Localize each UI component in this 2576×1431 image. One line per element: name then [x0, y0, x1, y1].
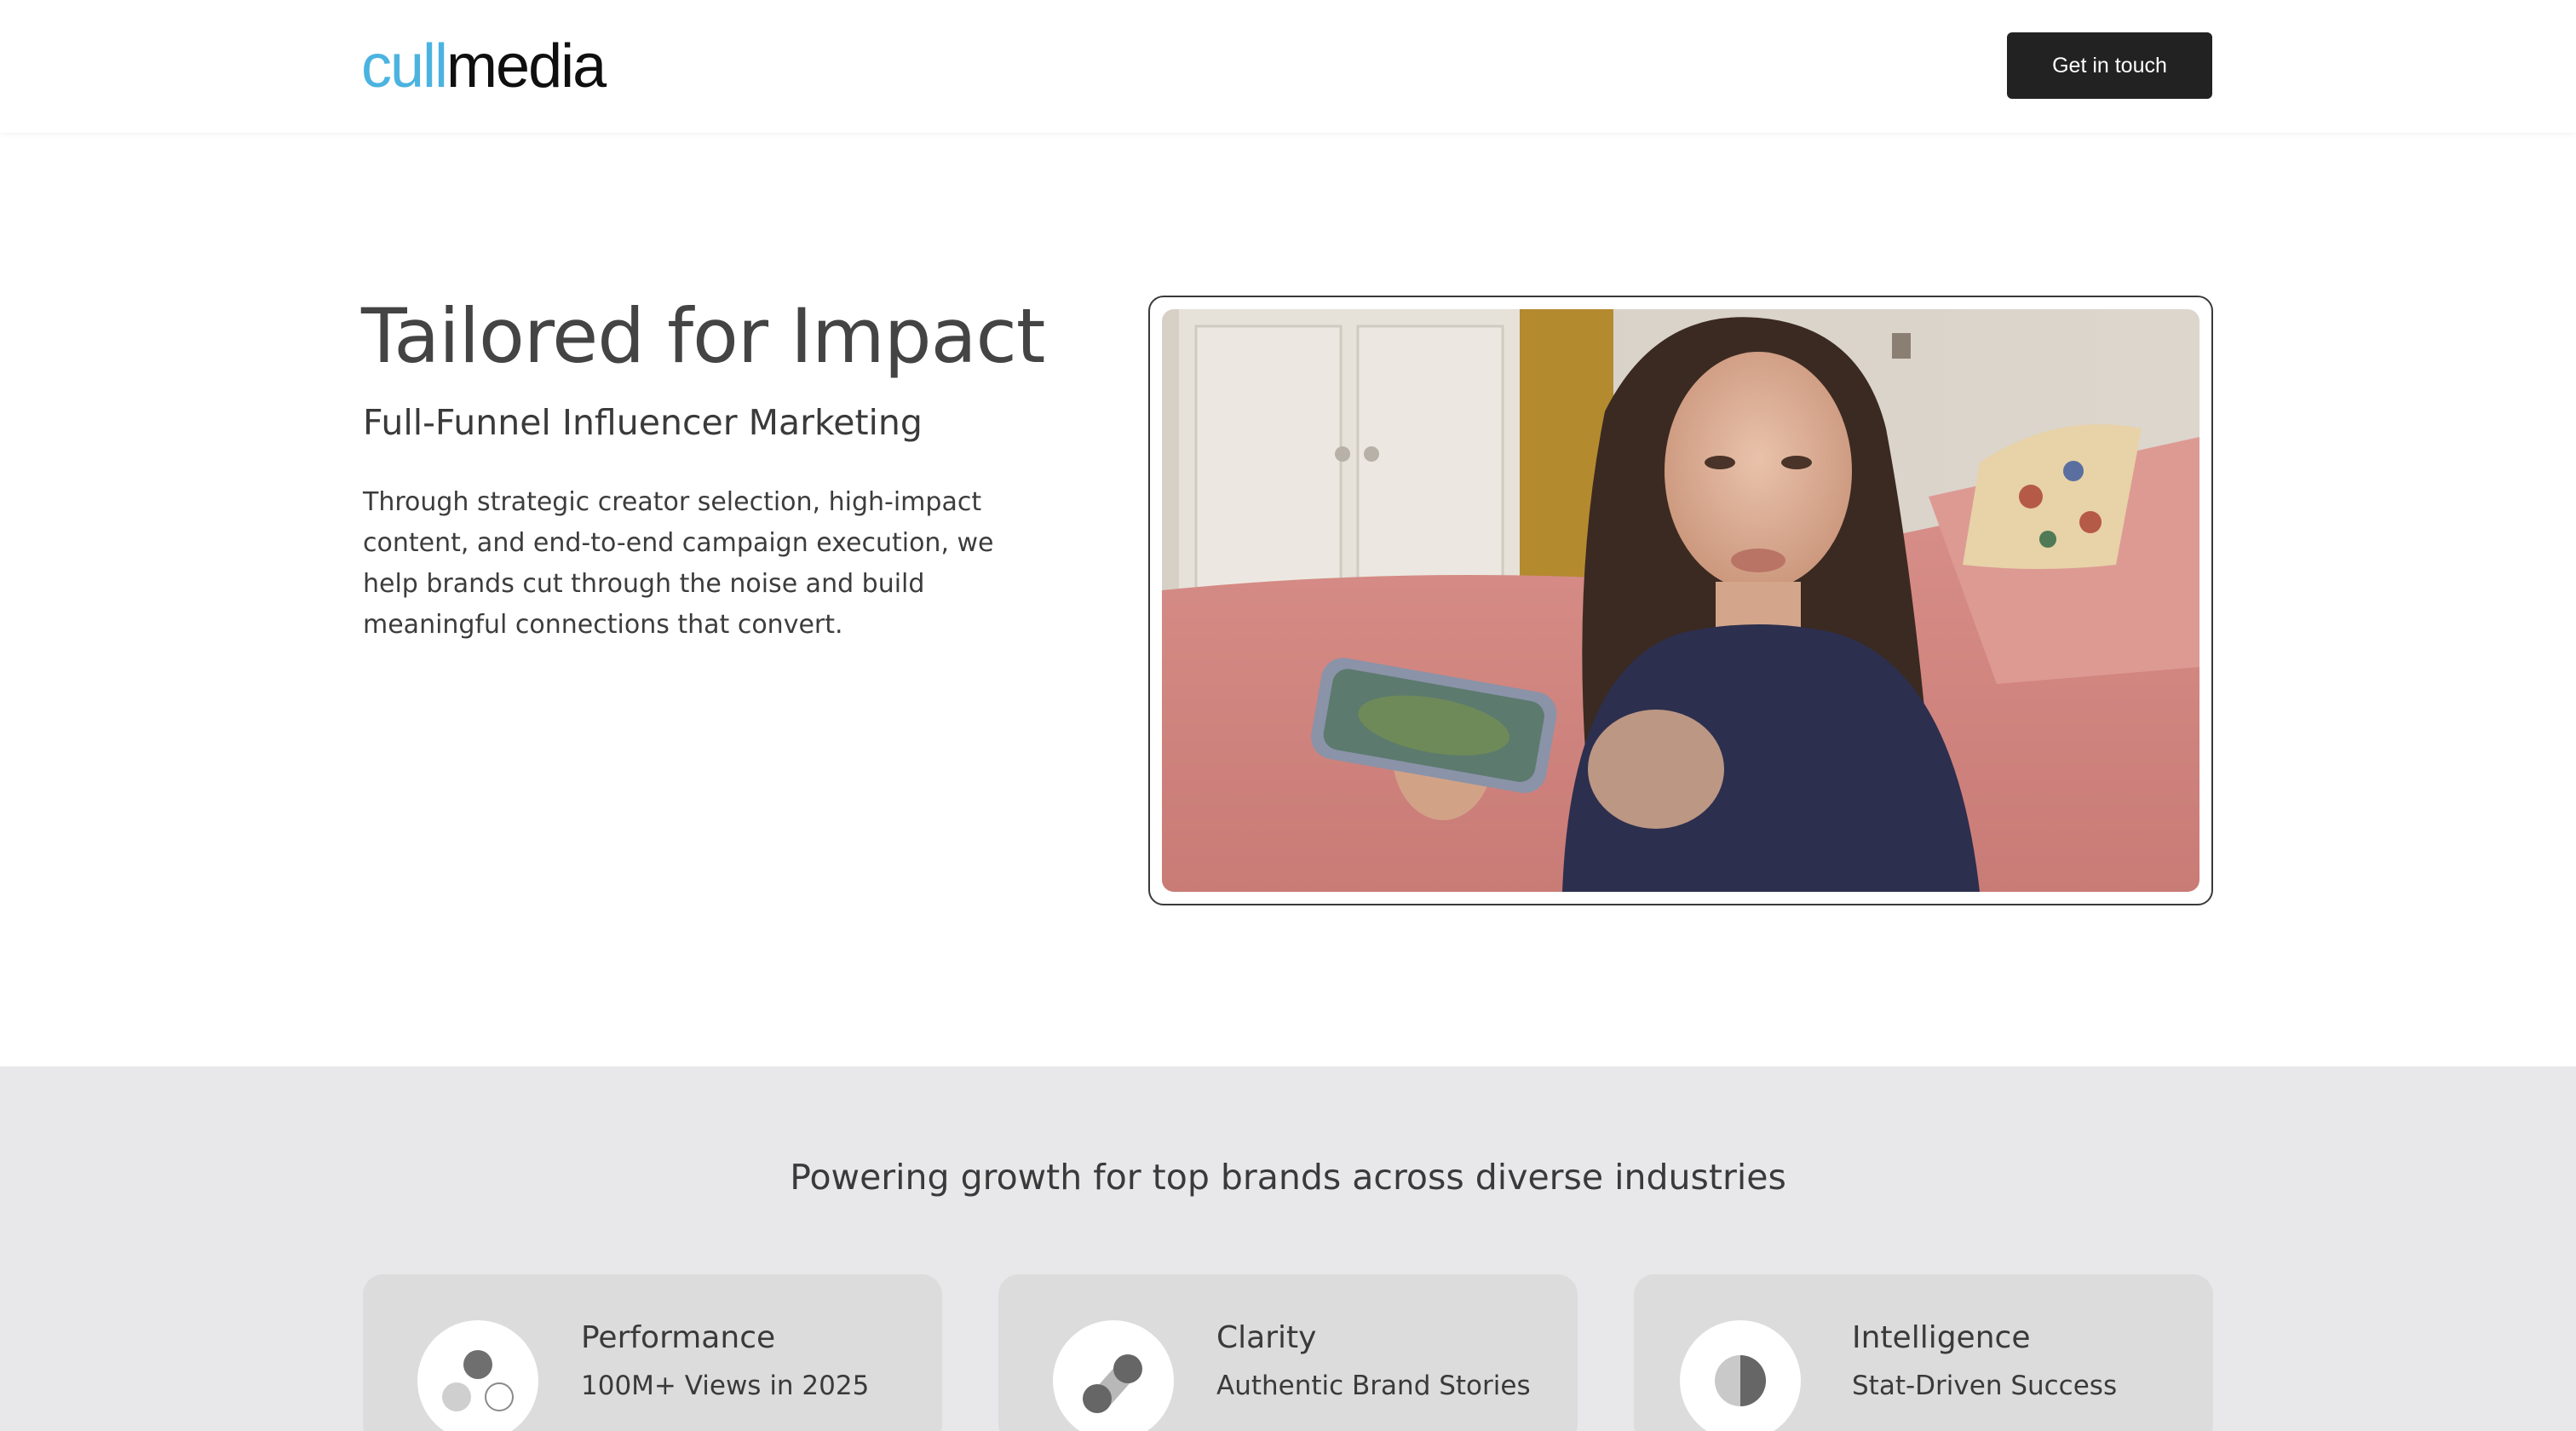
connected-dots-icon [1053, 1320, 1174, 1431]
get-in-touch-button[interactable]: Get in touch [2007, 32, 2212, 99]
stat-card-subtitle: Authentic Brand Stories [1216, 1371, 1531, 1401]
stat-card-title: Performance [581, 1320, 776, 1355]
stats-heading: Powering growth for top brands across di… [790, 1157, 1786, 1198]
logo[interactable]: cullmedia [361, 29, 607, 104]
stat-card-subtitle: 100M+ Views in 2025 [581, 1371, 870, 1401]
stat-card-subtitle: Stat-Driven Success [1852, 1371, 2118, 1401]
stat-card-title: Intelligence [1852, 1320, 2031, 1355]
stat-card-clarity: Clarity Authentic Brand Stories [998, 1274, 1578, 1431]
hero-title: Tailored for Impact [361, 292, 1045, 380]
video-frame [1148, 296, 2213, 905]
stat-card-title: Clarity [1216, 1320, 1317, 1355]
half-circle-icon [1680, 1320, 1801, 1431]
hero-subtitle: Full-Funnel Influencer Marketing [363, 402, 923, 443]
video-thumbnail-illustration [1162, 309, 2199, 892]
stat-card-performance: Performance 100M+ Views in 2025 [363, 1274, 942, 1431]
site-header: cullmedia Get in touch [0, 0, 2576, 133]
hero-video[interactable] [1162, 309, 2199, 892]
stat-card-intelligence: Intelligence Stat-Driven Success [1634, 1274, 2213, 1431]
three-dots-icon [417, 1320, 538, 1431]
logo-part-cull: cull [361, 32, 448, 101]
logo-part-media: media [446, 32, 607, 101]
hero-body: Through strategic creator selection, hig… [363, 487, 994, 640]
